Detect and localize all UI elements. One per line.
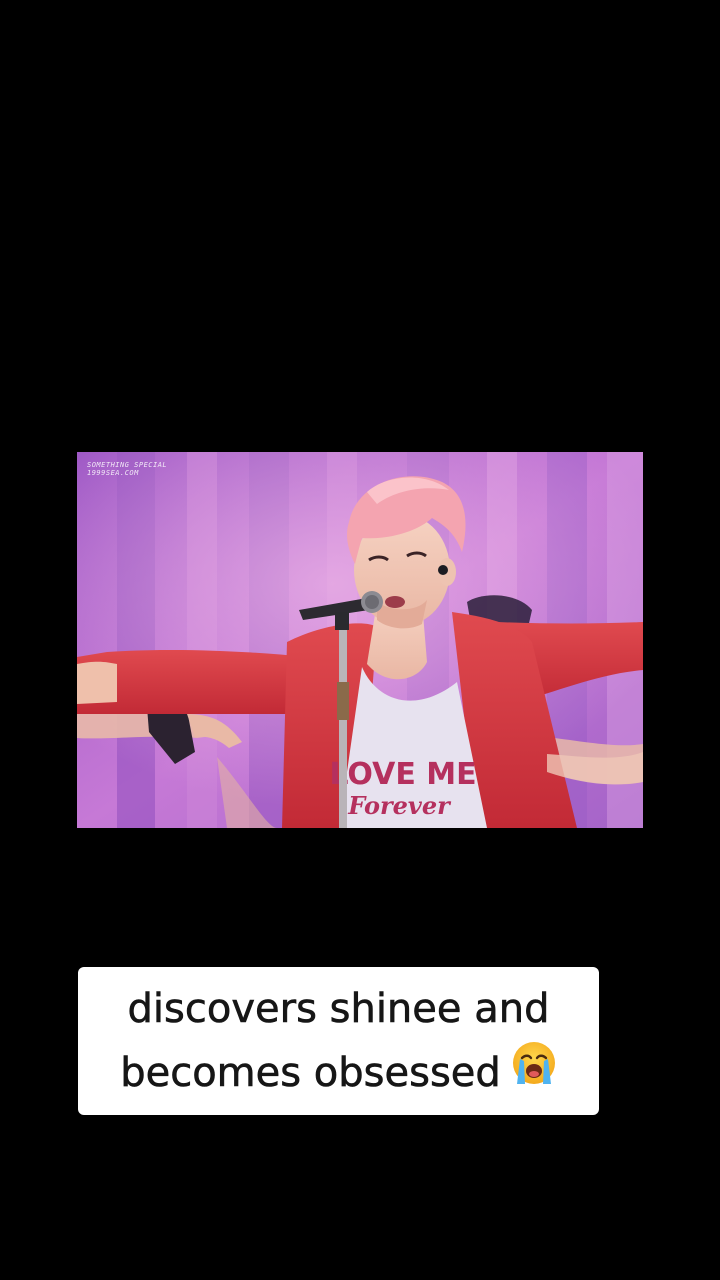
video-screen[interactable]: LOVE ME Forever SOMETHING SPECIAL 1999SE… (0, 0, 720, 1280)
caption-line-1: discovers shinee and (127, 986, 550, 1033)
caption-sticker: discovers shinee and becomes obsessed (78, 967, 599, 1115)
photo-watermark: SOMETHING SPECIAL 1999SEA.COM (87, 461, 167, 477)
crying-face-emoji-icon (511, 1040, 557, 1105)
caption-line-2-row: becomes obsessed (120, 1041, 557, 1105)
shirt-text-forever: Forever (347, 791, 452, 820)
shirt-text-love-me: LOVE ME (329, 757, 476, 792)
watermark-line-2: 1999SEA.COM (87, 469, 139, 477)
concert-photo: LOVE ME Forever SOMETHING SPECIAL 1999SE… (77, 452, 643, 828)
caption-line-2: becomes obsessed (120, 1050, 501, 1097)
watermark-line-1: SOMETHING SPECIAL (87, 461, 168, 469)
performer-image: LOVE ME Forever (77, 452, 643, 828)
